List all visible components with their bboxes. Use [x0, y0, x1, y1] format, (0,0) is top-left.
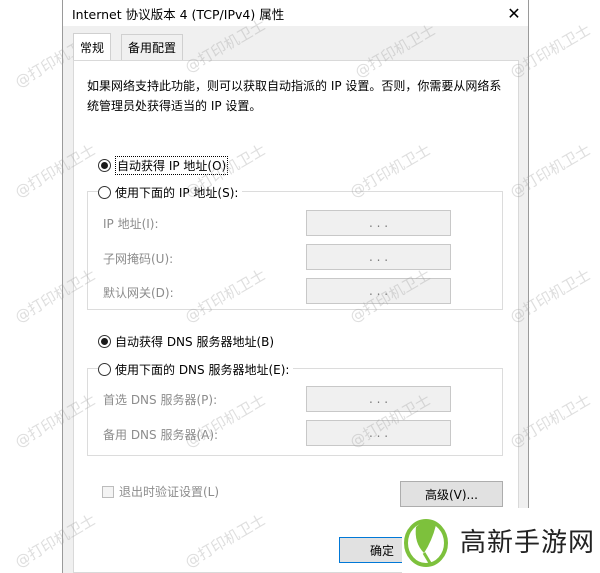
- radio-auto-ip[interactable]: 自动获得 IP 地址(O): [98, 156, 229, 175]
- radio-selected-icon: [98, 335, 111, 348]
- tab-general[interactable]: 常规: [73, 33, 112, 60]
- subnet-mask-input[interactable]: . . .: [306, 244, 451, 270]
- radio-manual-ip-label: 使用下面的 IP 地址(S):: [115, 186, 239, 200]
- brand-leaf-icon: [404, 518, 448, 567]
- background-right: [529, 0, 600, 573]
- default-gateway-input[interactable]: . . .: [306, 278, 451, 304]
- advanced-button[interactable]: 高级(V)...: [400, 481, 503, 507]
- default-gateway-label: 默认网关(D):: [103, 286, 174, 300]
- description-text: 如果网络支持此功能，则可以获取自动指派的 IP 设置。否则，你需要从网络系统管理…: [87, 79, 502, 113]
- validate-on-exit-label: 退出时验证设置(L): [119, 485, 220, 499]
- validate-on-exit-checkbox[interactable]: 退出时验证设置(L): [102, 483, 219, 500]
- checkbox-icon: [102, 485, 114, 498]
- radio-manual-ip[interactable]: 使用下面的 IP 地址(S):: [98, 184, 243, 201]
- window-border-left: [62, 0, 63, 573]
- ip-address-input[interactable]: . . .: [306, 210, 451, 236]
- background-left: [0, 0, 62, 573]
- ip-address-label: IP 地址(I):: [103, 217, 159, 231]
- radio-selected-icon: [98, 159, 111, 172]
- radio-unselected-icon: [98, 186, 111, 199]
- window-title: Internet 协议版本 4 (TCP/IPv4) 属性: [72, 7, 285, 22]
- tab-strip: 常规 备用配置: [63, 26, 528, 60]
- radio-auto-ip-label: 自动获得 IP 地址(O): [115, 156, 229, 175]
- alternate-dns-input[interactable]: . . .: [306, 420, 451, 446]
- title-bar: Internet 协议版本 4 (TCP/IPv4) 属性 ✕: [63, 0, 528, 26]
- brand-name: 高新手游网: [460, 528, 596, 558]
- close-icon[interactable]: ✕: [500, 0, 528, 26]
- radio-auto-dns[interactable]: 自动获得 DNS 服务器地址(B): [98, 333, 274, 350]
- subnet-mask-label: 子网掩码(U):: [103, 252, 174, 266]
- dialog-window: Internet 协议版本 4 (TCP/IPv4) 属性 ✕ 常规 备用配置 …: [0, 0, 600, 573]
- radio-manual-dns-label: 使用下面的 DNS 服务器地址(E):: [115, 363, 290, 377]
- tab-alternate-configuration[interactable]: 备用配置: [121, 34, 184, 60]
- radio-manual-dns[interactable]: 使用下面的 DNS 服务器地址(E):: [98, 361, 294, 378]
- window-border-right: [528, 0, 529, 573]
- alternate-dns-label: 备用 DNS 服务器(A):: [103, 428, 219, 442]
- radio-unselected-icon: [98, 363, 111, 376]
- radio-auto-dns-label: 自动获得 DNS 服务器地址(B): [115, 335, 275, 349]
- preferred-dns-input[interactable]: . . .: [306, 386, 451, 412]
- brand-logo-overlay: 高新手游网: [402, 508, 600, 573]
- preferred-dns-label: 首选 DNS 服务器(P):: [103, 393, 218, 407]
